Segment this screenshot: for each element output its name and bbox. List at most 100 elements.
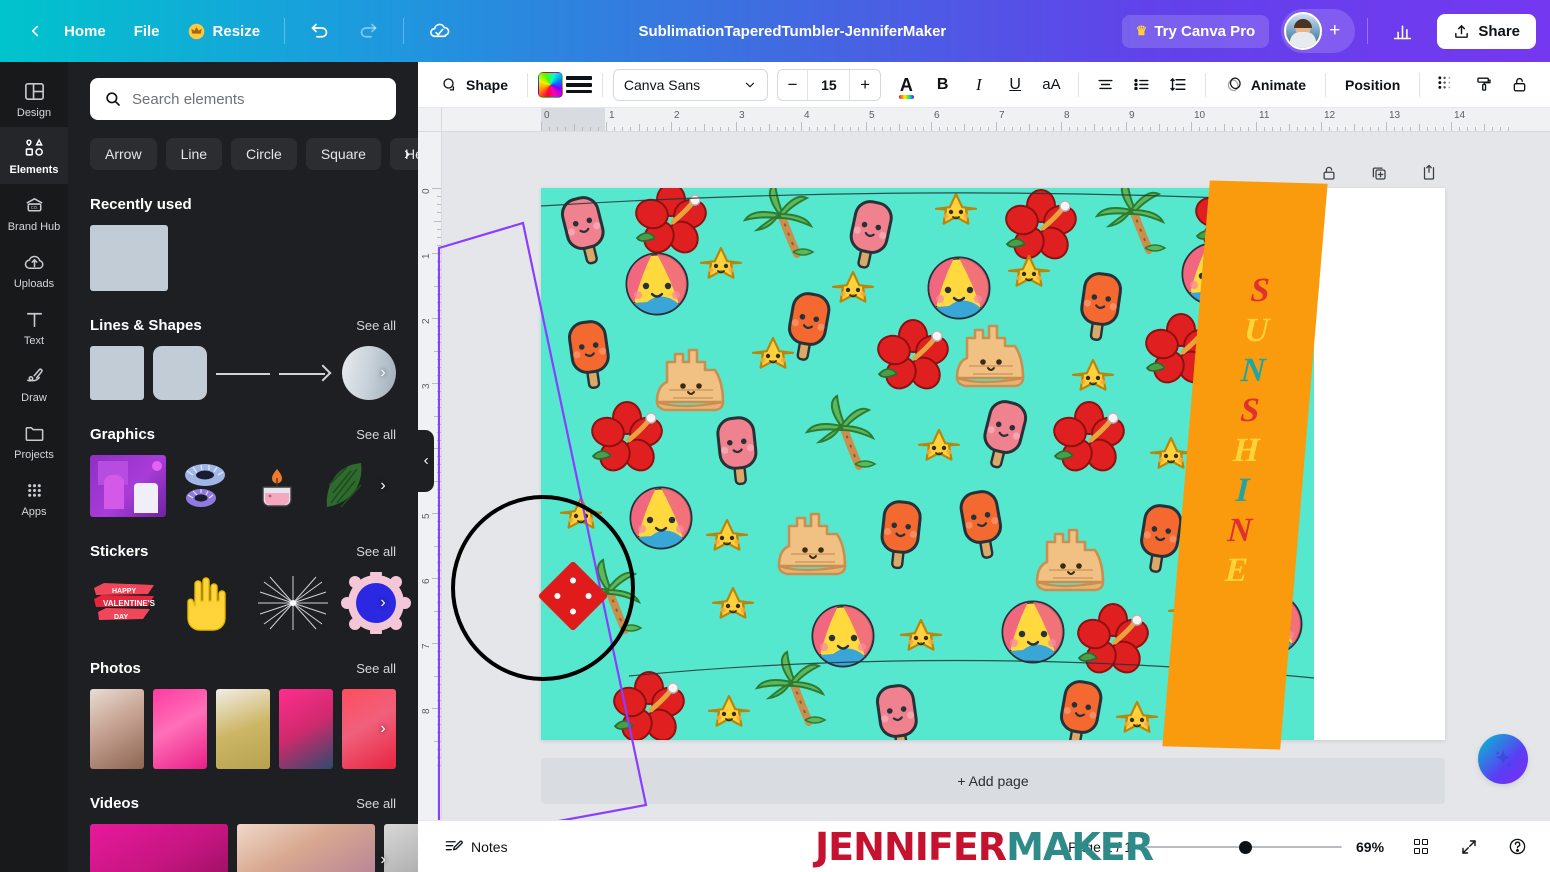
see-all-lines-shapes[interactable]: See all: [356, 318, 396, 333]
text-color-button[interactable]: A: [890, 68, 923, 102]
resize-button[interactable]: Resize: [176, 16, 273, 47]
video-thumb[interactable]: [237, 824, 375, 872]
fill-color-swatch[interactable]: [538, 71, 564, 98]
ruler-minor-tick: [1426, 127, 1428, 131]
underline-button[interactable]: U: [999, 68, 1032, 102]
document-title[interactable]: SublimationTaperedTumbler-JenniferMaker: [628, 17, 956, 46]
add-collaborator-icon[interactable]: +: [1324, 20, 1345, 42]
zoom-knob[interactable]: [1239, 840, 1252, 854]
magic-studio-button[interactable]: [1478, 734, 1528, 784]
help-button[interactable]: [1500, 830, 1534, 864]
sidebar-item-draw[interactable]: Draw: [0, 355, 68, 412]
shape-button[interactable]: Shape: [432, 70, 517, 100]
duplicate-page-button[interactable]: [1362, 156, 1396, 190]
graphic-thumb-candle[interactable]: [246, 455, 308, 517]
ruler-minor-tick: [1117, 127, 1119, 131]
sidebar-item-text[interactable]: Text: [0, 298, 68, 355]
shape-square[interactable]: [90, 346, 144, 400]
see-all-videos[interactable]: See all: [356, 796, 396, 811]
shape-arrow[interactable]: [279, 346, 333, 400]
grid-view-button[interactable]: [1404, 830, 1438, 864]
sidebar-item-apps[interactable]: Apps: [0, 469, 68, 526]
text-align-button[interactable]: [1089, 68, 1122, 102]
sidebar-item-projects[interactable]: Projects: [0, 412, 68, 469]
chips-next-icon[interactable]: ›: [404, 144, 410, 165]
video-thumb[interactable]: [90, 824, 228, 872]
sticker-pointing-hand[interactable]: [173, 572, 247, 634]
search-input[interactable]: [132, 90, 382, 108]
graphics-next-icon[interactable]: ›: [370, 473, 396, 499]
horizontal-ruler[interactable]: 0 1 2 3 4 5 6 7 8 9 10 11 12 13 14: [418, 108, 1550, 132]
fullscreen-button[interactable]: [1452, 830, 1486, 864]
undo-button[interactable]: [297, 14, 342, 49]
border-style-icon[interactable]: [566, 74, 592, 96]
shape-line[interactable]: [216, 346, 270, 400]
photo-thumb[interactable]: [279, 689, 333, 769]
add-page-button[interactable]: [1412, 156, 1446, 190]
redo-button[interactable]: [346, 14, 391, 49]
font-size-decrease-button[interactable]: −: [778, 70, 807, 100]
chip-line[interactable]: Line: [165, 138, 223, 170]
cloud-saved-button[interactable]: [416, 13, 463, 50]
zoom-slider[interactable]: [1146, 839, 1342, 855]
graphic-thumb-people[interactable]: [90, 455, 166, 517]
notes-button[interactable]: Notes: [434, 831, 518, 862]
insights-button[interactable]: [1380, 14, 1425, 49]
chip-square[interactable]: Square: [305, 138, 381, 170]
search-box[interactable]: [90, 78, 396, 120]
videos-next-icon[interactable]: ›: [370, 847, 396, 872]
lines-shapes-next-icon[interactable]: ›: [370, 360, 396, 386]
copy-style-button[interactable]: [1467, 68, 1500, 102]
sidebar-item-design[interactable]: Design: [0, 70, 68, 127]
sidebar-item-elements[interactable]: Elements: [0, 127, 68, 184]
font-size-stepper[interactable]: − 15 +: [776, 68, 881, 101]
animate-button[interactable]: Animate: [1216, 69, 1315, 100]
file-menu-button[interactable]: File: [122, 16, 172, 47]
chip-arrow[interactable]: Arrow: [90, 138, 157, 170]
collapse-panel-button[interactable]: [418, 430, 434, 492]
collaborators-group[interactable]: +: [1281, 9, 1356, 53]
sticker-valentines-ribbon[interactable]: HAPPY VALENTINE'S DAY: [90, 572, 164, 634]
design-page[interactable]: S U N S H I N E: [541, 180, 1445, 750]
transparency-button[interactable]: [1430, 68, 1463, 102]
lock-page-button[interactable]: [1312, 156, 1346, 190]
home-button[interactable]: Home: [52, 16, 118, 47]
try-canva-pro-button[interactable]: ♛ Try Canva Pro: [1121, 14, 1270, 48]
add-page-bar[interactable]: + Add page: [541, 758, 1445, 804]
text-icon: [23, 308, 46, 331]
font-family-select[interactable]: Canva Sans: [612, 68, 768, 101]
canvas-area[interactable]: 0 1 2 3 4 5 6 7 8 9 10 11 12 13 14 0 1 2…: [418, 108, 1550, 820]
sticker-sparkle-burst[interactable]: [256, 572, 330, 634]
line-spacing-button[interactable]: [1162, 68, 1195, 102]
share-button[interactable]: Share: [1437, 13, 1537, 49]
avatar[interactable]: [1284, 12, 1323, 50]
bullet-list-button[interactable]: [1125, 68, 1158, 102]
photo-thumb[interactable]: [153, 689, 207, 769]
font-size-value[interactable]: 15: [807, 69, 851, 100]
sidebar-item-uploads[interactable]: Uploads: [0, 241, 68, 298]
position-button[interactable]: Position: [1336, 71, 1409, 99]
divider: [1367, 18, 1369, 44]
ruler-minor-tick: [437, 374, 441, 376]
recent-shape-square[interactable]: [90, 225, 168, 291]
shape-rounded-square[interactable]: [153, 346, 207, 400]
ruler-tick-label: 3: [421, 383, 432, 389]
chip-circle[interactable]: Circle: [231, 138, 297, 170]
letter-case-button[interactable]: aA: [1035, 68, 1068, 102]
ruler-minor-tick: [1052, 127, 1054, 131]
photos-next-icon[interactable]: ›: [370, 716, 396, 742]
italic-button[interactable]: I: [962, 68, 995, 102]
see-all-stickers[interactable]: See all: [356, 544, 396, 559]
graphic-thumb-flowers[interactable]: [175, 455, 237, 517]
see-all-graphics[interactable]: See all: [356, 427, 396, 442]
lock-button[interactable]: [1503, 68, 1536, 102]
stickers-next-icon[interactable]: ›: [370, 590, 396, 616]
divider: [527, 72, 528, 97]
photo-thumb[interactable]: [90, 689, 144, 769]
photo-thumb[interactable]: [216, 689, 270, 769]
bold-button[interactable]: B: [926, 68, 959, 102]
font-size-increase-button[interactable]: +: [850, 70, 879, 100]
sidebar-item-brand-hub[interactable]: CO. Brand Hub: [0, 184, 68, 241]
see-all-photos[interactable]: See all: [356, 661, 396, 676]
back-button[interactable]: [14, 15, 48, 47]
